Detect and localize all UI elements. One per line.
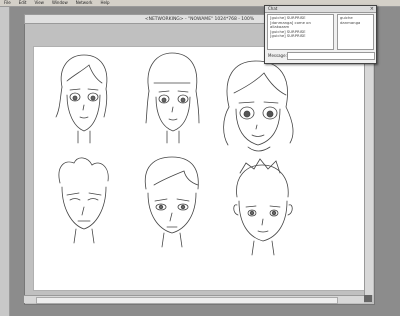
message-input[interactable] — [287, 52, 375, 60]
vertical-scrollbar[interactable] — [364, 30, 373, 295]
menu-help[interactable]: Help — [96, 0, 113, 6]
face-girl-1 — [55, 54, 108, 144]
chat-user-list: guiche danmanga — [337, 14, 374, 50]
chat-line: [guiche] SURPRISE — [270, 33, 306, 39]
message-label: Message: — [268, 53, 287, 58]
face-boy-1 — [58, 157, 109, 244]
chat-window: Chat × [guiche] SURPRISE [danmanga] come… — [264, 5, 377, 64]
scroll-corner — [364, 295, 372, 302]
menu-file[interactable]: File — [0, 0, 15, 6]
menu-network[interactable]: Network — [72, 0, 97, 6]
chat-title: Chat — [265, 6, 376, 13]
sketch-drawing — [55, 52, 294, 256]
scroll-thumb[interactable] — [36, 297, 338, 304]
user-item[interactable]: danmanga — [340, 20, 371, 26]
drawing-canvas[interactable] — [33, 46, 366, 291]
menu-edit[interactable]: Edit — [15, 0, 31, 6]
face-boy-3 — [233, 158, 293, 256]
menu-window[interactable]: Window — [48, 0, 72, 6]
menu-view[interactable]: View — [30, 0, 48, 6]
face-girl-2 — [145, 52, 200, 144]
face-boy-2 — [144, 156, 199, 248]
chat-log: [guiche] SURPRISE [danmanga] come on all… — [267, 14, 334, 50]
horizontal-scrollbar[interactable] — [24, 295, 364, 304]
left-toolbar — [0, 7, 10, 316]
face-girl-3 — [223, 60, 294, 152]
close-icon[interactable]: × — [370, 6, 374, 12]
